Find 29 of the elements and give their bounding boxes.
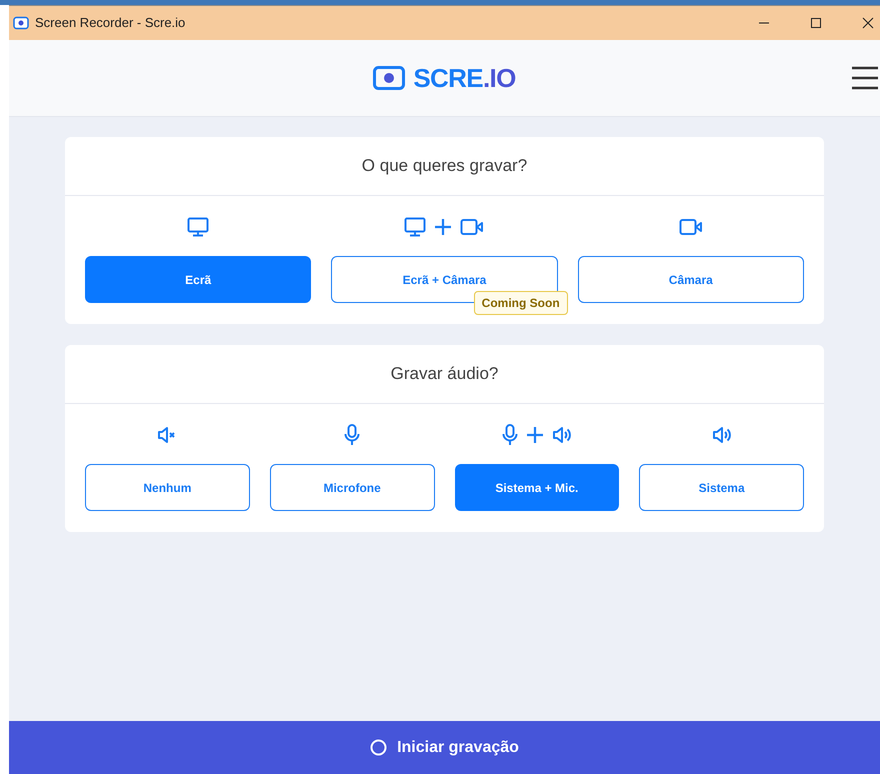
coming-soon-badge: Coming Soon: [474, 291, 568, 315]
logo-text: SCRE.IO: [413, 62, 516, 94]
plus-icon: [434, 218, 452, 236]
plus-icon: [526, 426, 544, 444]
maximize-icon[interactable]: [810, 17, 822, 29]
microphone-icon: [502, 424, 518, 446]
option-button[interactable]: Sistema + Mic.: [454, 464, 620, 511]
close-icon[interactable]: [862, 17, 874, 29]
section-title: Gravar áudio?: [390, 363, 498, 386]
option-button[interactable]: Nenhum: [85, 464, 250, 511]
logo-icon: [373, 66, 406, 90]
option-button[interactable]: Sistema: [639, 464, 804, 511]
muted-speaker-icon: [157, 425, 178, 445]
circle-icon: [370, 739, 388, 756]
option-button[interactable]: Ecrã: [85, 256, 312, 303]
start-recording-button[interactable]: Iniciar gravação: [9, 721, 880, 774]
speaker-icon: [552, 425, 572, 445]
monitor-icon: [404, 217, 426, 237]
video-camera-icon: [678, 218, 703, 236]
speaker-icon: [712, 425, 732, 445]
option-button[interactable]: Câmara: [578, 256, 804, 303]
window-title: Screen Recorder - Scre.io: [35, 14, 186, 32]
menu-icon[interactable]: [852, 66, 878, 90]
option-button[interactable]: Microfone: [270, 464, 434, 511]
microphone-icon: [344, 424, 360, 446]
video-camera-icon: [460, 218, 484, 236]
monitor-icon: [187, 217, 210, 237]
app-icon: [13, 16, 29, 30]
section-title: O que queres gravar?: [362, 155, 528, 178]
